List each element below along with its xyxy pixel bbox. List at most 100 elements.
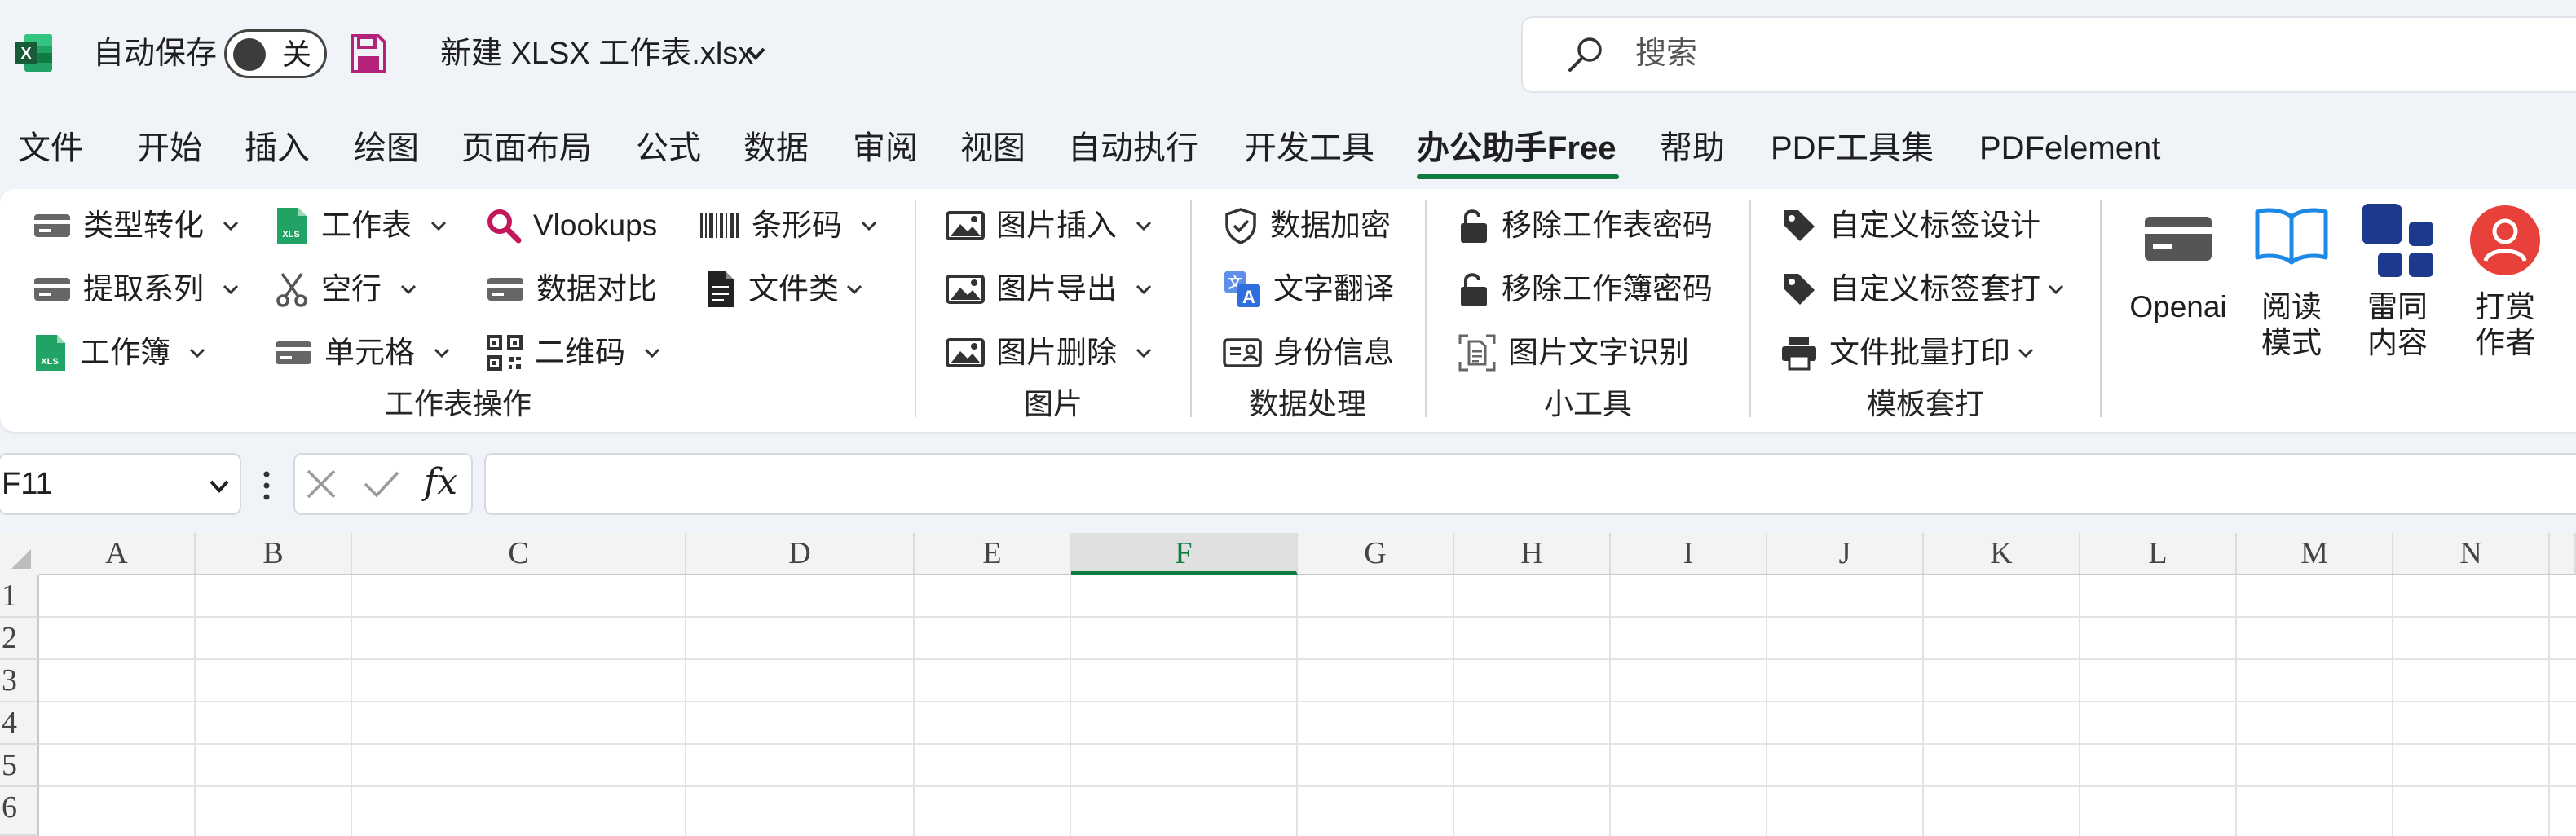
data-encrypt-button[interactable]: 数据加密 <box>1223 205 1391 246</box>
xls-file-icon: XLS <box>33 333 68 372</box>
gridline <box>1296 575 1298 836</box>
column-header-a[interactable]: A <box>39 533 196 575</box>
chevron-down-icon[interactable] <box>743 42 768 65</box>
tab-formulas[interactable]: 公式 <box>636 129 701 168</box>
column-header-c[interactable]: C <box>352 533 686 575</box>
group-separator <box>1190 200 1192 417</box>
tab-pdfelement[interactable]: PDFelement <box>1979 129 2160 168</box>
column-header-k[interactable]: K <box>1924 533 2080 575</box>
data-encrypt-label: 数据加密 <box>1270 209 1391 242</box>
image-ocr-button[interactable]: 图片文字识别 <box>1458 332 1689 373</box>
image-insert-button[interactable]: 图片插入 <box>946 205 1153 246</box>
chevron-down-icon <box>430 219 448 232</box>
save-icon[interactable] <box>349 33 388 75</box>
cell-button[interactable]: 单元格 <box>274 332 451 373</box>
qr-code-button[interactable]: 二维码 <box>486 332 661 373</box>
barcode-button[interactable]: 条形码 <box>699 205 878 246</box>
duplicate-content-button[interactable]: 雷同 内容 <box>2353 204 2442 361</box>
tab-office-assistant[interactable]: 办公助手Free <box>1417 129 1617 168</box>
tab-insert[interactable]: 插入 <box>245 129 310 168</box>
tab-view[interactable]: 视图 <box>960 129 1026 168</box>
id-card-icon <box>1223 337 1262 369</box>
gridline <box>913 575 915 836</box>
tab-file[interactable]: 文件 <box>18 129 83 168</box>
file-type-button[interactable]: 文件类 <box>704 269 863 310</box>
column-header-l[interactable]: L <box>2080 533 2237 575</box>
tab-help[interactable]: 帮助 <box>1660 129 1725 168</box>
column-header-f[interactable]: F <box>1071 533 1298 575</box>
column-header-h[interactable]: H <box>1454 533 1611 575</box>
more-options-icon[interactable] <box>261 469 272 502</box>
image-delete-label: 图片删除 <box>996 336 1117 369</box>
column-header-i[interactable]: I <box>1611 533 1767 575</box>
row-header-2[interactable]: 2 <box>0 618 39 660</box>
gridline <box>2392 575 2393 836</box>
remove-sheet-password-button[interactable]: 移除工作表密码 <box>1458 205 1713 246</box>
tab-pdf-toolkit[interactable]: PDF工具集 <box>1771 129 1934 168</box>
tip-author-button[interactable]: 打赏 作者 <box>2460 204 2550 361</box>
custom-label-design-button[interactable]: 自定义标签设计 <box>1780 205 2040 246</box>
card-icon <box>2142 204 2215 273</box>
extract-series-button[interactable]: 提取系列 <box>33 269 240 310</box>
group-separator <box>2100 200 2102 417</box>
column-header-d[interactable]: D <box>686 533 915 575</box>
chevron-down-icon <box>2047 283 2065 296</box>
worksheet-button[interactable]: XLS 工作表 <box>274 205 448 246</box>
autosave-label: 自动保存 <box>93 37 218 71</box>
column-header-b[interactable]: B <box>196 533 352 575</box>
blank-row-button[interactable]: 空行 <box>274 269 417 310</box>
spreadsheet-grid[interactable] <box>0 533 2576 836</box>
group-label-data-processing: 数据处理 <box>1249 387 1367 420</box>
image-export-button[interactable]: 图片导出 <box>946 269 1153 310</box>
column-header-m[interactable]: M <box>2237 533 2393 575</box>
chevron-down-icon[interactable] <box>207 476 232 497</box>
autosave-toggle[interactable]: 关 <box>224 29 327 78</box>
vlookups-button[interactable]: Vlookups <box>486 205 657 246</box>
insert-function-button[interactable]: fx <box>424 461 457 504</box>
remove-workbook-password-button[interactable]: 移除工作簿密码 <box>1458 269 1713 310</box>
tab-page-layout[interactable]: 页面布局 <box>461 129 592 168</box>
row-header-1[interactable]: 1 <box>0 575 39 618</box>
custom-label-print-button[interactable]: 自定义标签套打 <box>1780 269 2065 310</box>
column-header-g[interactable]: G <box>1298 533 1454 575</box>
tab-developer[interactable]: 开发工具 <box>1244 129 1374 168</box>
cancel-icon[interactable] <box>303 466 339 502</box>
group-separator <box>1749 200 1751 417</box>
id-info-button[interactable]: 身份信息 <box>1223 332 1394 373</box>
column-header-e[interactable]: E <box>915 533 1071 575</box>
image-delete-button[interactable]: 图片删除 <box>946 332 1153 373</box>
tag-icon <box>1780 207 1818 244</box>
user-avatar-icon <box>2468 204 2542 281</box>
column-header-n[interactable]: N <box>2393 533 2550 575</box>
column-header-j[interactable]: J <box>1767 533 1924 575</box>
reading-mode-button[interactable]: 阅读 模式 <box>2247 204 2336 361</box>
row-header-3[interactable]: 3 <box>0 660 39 702</box>
gridline <box>1609 575 1611 836</box>
search-input[interactable]: 搜索 <box>1635 36 1697 72</box>
batch-print-button[interactable]: 文件批量打印 <box>1780 332 2035 373</box>
tab-data[interactable]: 数据 <box>743 129 809 168</box>
data-compare-button[interactable]: 数据对比 <box>486 269 657 310</box>
row-header-4[interactable]: 4 <box>0 702 39 745</box>
tab-review[interactable]: 审阅 <box>853 129 918 168</box>
filename[interactable]: 新建 XLSX 工作表.xlsx <box>440 36 753 72</box>
text-translate-button[interactable]: 文A 文字翻译 <box>1223 269 1394 310</box>
type-convert-button[interactable]: 类型转化 <box>33 205 240 246</box>
formula-input[interactable] <box>484 453 2576 515</box>
row-header-6[interactable]: 6 <box>0 787 39 836</box>
worksheet-label: 工作表 <box>321 209 412 242</box>
openai-button[interactable]: Openai <box>2123 204 2234 325</box>
row-header-5[interactable]: 5 <box>0 745 39 787</box>
enter-check-icon[interactable] <box>362 466 401 502</box>
workbook-button[interactable]: XLS 工作簿 <box>33 332 206 373</box>
column-header-o[interactable] <box>2550 533 2576 575</box>
excel-app-icon[interactable]: X <box>13 33 54 73</box>
duplicate-content-label-2: 内容 <box>2367 326 2428 359</box>
xls-file-icon: XLS <box>274 206 310 245</box>
tab-draw[interactable]: 绘图 <box>354 129 419 168</box>
tag-icon <box>1780 271 1818 308</box>
openai-label: Openai <box>2129 290 2227 323</box>
name-box-value[interactable]: F11 <box>2 466 53 502</box>
tab-home[interactable]: 开始 <box>137 129 202 168</box>
tab-automate[interactable]: 自动执行 <box>1068 129 1198 168</box>
